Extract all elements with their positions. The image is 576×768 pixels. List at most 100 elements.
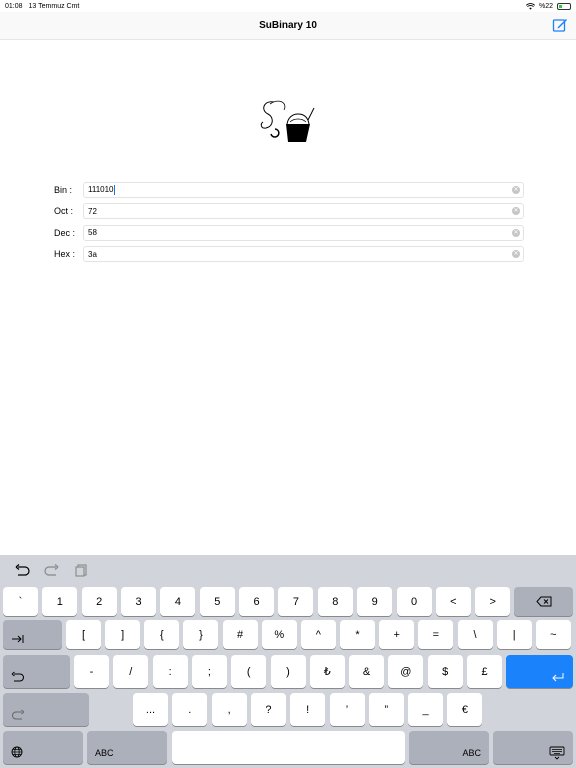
key[interactable]: $ xyxy=(427,655,463,688)
key[interactable]: . xyxy=(172,693,208,726)
key[interactable]: - xyxy=(74,655,109,688)
key[interactable]: ` xyxy=(3,587,38,616)
key[interactable]: ! xyxy=(290,693,326,726)
text-caret xyxy=(113,184,115,195)
key[interactable]: € xyxy=(447,693,483,726)
hex-row: Hex : 3a ✕ xyxy=(54,244,524,266)
key[interactable]: 3 xyxy=(121,587,157,616)
key[interactable]: / xyxy=(113,655,149,688)
globe-icon xyxy=(11,746,23,758)
return-key[interactable] xyxy=(506,655,573,688)
dismiss-keyboard-key[interactable] xyxy=(493,731,573,764)
key[interactable]: 9 xyxy=(357,587,393,616)
paste-icon[interactable] xyxy=(74,563,90,577)
key[interactable]: ? xyxy=(250,693,286,726)
globe-key[interactable] xyxy=(3,731,83,764)
clear-icon[interactable]: ✕ xyxy=(512,250,520,259)
redo-icon[interactable] xyxy=(44,563,60,577)
key[interactable]: ... xyxy=(133,693,168,726)
clear-icon[interactable]: ✕ xyxy=(512,185,520,194)
oct-input[interactable]: 72 ✕ xyxy=(83,203,524,220)
key[interactable]: { xyxy=(144,620,180,649)
key[interactable]: ) xyxy=(270,655,306,688)
key[interactable]: , xyxy=(211,693,247,726)
bin-input[interactable]: 111010 ✕ xyxy=(83,181,524,198)
key[interactable]: ’ xyxy=(329,693,365,726)
space-key[interactable] xyxy=(172,731,405,764)
key[interactable]: # xyxy=(222,620,258,649)
tab-icon xyxy=(12,635,24,643)
key[interactable]: ; xyxy=(191,655,227,688)
dec-row: Dec : 58 ✕ xyxy=(54,222,524,244)
key[interactable]: [ xyxy=(66,620,101,649)
bin-row: Bin : 111010 ✕ xyxy=(54,179,524,201)
abc-label: ABC xyxy=(95,748,114,758)
key[interactable]: 7 xyxy=(278,587,314,616)
key[interactable]: ( xyxy=(231,655,267,688)
key[interactable]: + xyxy=(379,620,415,649)
key[interactable]: _ xyxy=(408,693,444,726)
key[interactable]: % xyxy=(261,620,297,649)
key[interactable]: \ xyxy=(457,620,493,649)
key[interactable]: ^ xyxy=(300,620,336,649)
clear-icon[interactable]: ✕ xyxy=(512,207,520,216)
hex-label: Hex : xyxy=(54,249,76,260)
dec-label: Dec : xyxy=(54,227,76,238)
page-title: SuBinary 10 xyxy=(259,20,317,31)
compose-icon[interactable] xyxy=(552,17,568,33)
key[interactable]: : xyxy=(152,655,188,688)
undo-icon xyxy=(11,671,24,682)
key[interactable]: * xyxy=(340,620,376,649)
key[interactable]: @ xyxy=(388,655,424,688)
bin-label: Bin : xyxy=(54,184,73,195)
key[interactable]: 5 xyxy=(199,587,235,616)
key[interactable]: ” xyxy=(368,693,404,726)
tab-key[interactable] xyxy=(3,620,62,649)
key[interactable]: £ xyxy=(467,655,502,688)
key[interactable]: 8 xyxy=(317,587,353,616)
conversion-form: Bin : 111010 ✕ Oct : 72 ✕ Dec : 58 ✕ Hex… xyxy=(54,179,524,265)
oct-value: 72 xyxy=(88,206,97,216)
redo-key[interactable] xyxy=(3,693,89,726)
key[interactable]: ₺ xyxy=(309,655,345,688)
undo-key[interactable] xyxy=(3,655,70,688)
key[interactable]: 2 xyxy=(81,587,117,616)
return-icon xyxy=(552,673,564,682)
oct-label: Oct : xyxy=(54,206,74,217)
navigation-bar: SuBinary 10 xyxy=(0,12,576,40)
key[interactable]: } xyxy=(183,620,219,649)
key[interactable]: 1 xyxy=(42,587,78,616)
app-logo xyxy=(260,100,315,142)
status-date: 13 Temmuz Cmt xyxy=(28,2,80,10)
wifi-icon xyxy=(525,2,535,10)
key[interactable]: ~ xyxy=(535,620,571,649)
dec-input[interactable]: 58 ✕ xyxy=(83,224,524,241)
key[interactable]: & xyxy=(349,655,385,688)
battery-icon xyxy=(557,2,571,10)
delete-key[interactable] xyxy=(514,587,573,616)
undo-icon[interactable] xyxy=(14,563,30,577)
clear-icon[interactable]: ✕ xyxy=(512,228,520,237)
status-time: 01:08 xyxy=(5,2,23,10)
key[interactable]: 6 xyxy=(239,587,275,616)
status-bar: 01:08 13 Temmuz Cmt %22 xyxy=(0,0,576,12)
hex-value: 3a xyxy=(88,249,97,259)
abc-label: ABC xyxy=(462,748,481,758)
key[interactable]: | xyxy=(496,620,532,649)
dec-value: 58 xyxy=(88,228,97,238)
key[interactable]: 4 xyxy=(160,587,196,616)
backspace-icon xyxy=(535,596,551,607)
key[interactable]: ] xyxy=(105,620,141,649)
bin-value: 111010 xyxy=(88,184,114,194)
keyboard-hide-icon xyxy=(549,746,565,760)
keyboard-toolbar xyxy=(14,563,90,577)
abc-key-left[interactable]: ABC xyxy=(87,731,167,764)
key[interactable]: 0 xyxy=(396,587,432,616)
abc-key-right[interactable]: ABC xyxy=(409,731,489,764)
redo-icon xyxy=(12,709,25,720)
key[interactable]: = xyxy=(418,620,454,649)
key[interactable]: > xyxy=(475,587,511,616)
key[interactable]: < xyxy=(435,587,471,616)
battery-percent: %22 xyxy=(538,2,553,10)
hex-input[interactable]: 3a ✕ xyxy=(83,246,524,263)
